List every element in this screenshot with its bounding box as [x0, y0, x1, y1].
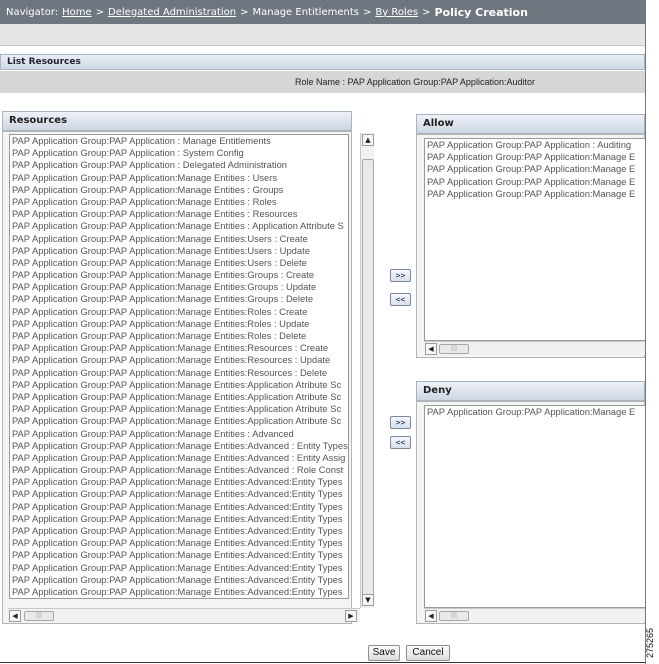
resources-list-item[interactable]: PAP Application Group:PAP Application:Ma…	[10, 306, 348, 318]
resources-listbox[interactable]: PAP Application Group:PAP Application : …	[9, 134, 349, 599]
scroll-left-icon[interactable]: ◀	[425, 343, 437, 355]
resources-list-item[interactable]: PAP Application Group:PAP Application:Ma…	[10, 245, 348, 257]
resources-list-item[interactable]: PAP Application Group:PAP Application : …	[10, 135, 348, 147]
allow-list-item[interactable]: PAP Application Group:PAP Application:Ma…	[425, 151, 645, 163]
scroll-thumb[interactable]: |||	[439, 611, 469, 621]
deny-list: PAP Application Group:PAP Application:Ma…	[425, 406, 645, 418]
scroll-down-icon[interactable]: ▼	[362, 594, 374, 606]
breadcrumb-current-page: Policy Creation	[434, 5, 528, 19]
add-to-deny-button[interactable]: >>	[390, 416, 411, 429]
navigator-bar: Navigator: Home > Delegated Administrati…	[0, 0, 645, 24]
resources-list-item[interactable]: PAP Application Group:PAP Application:Ma…	[10, 354, 348, 366]
resources-list-item[interactable]: PAP Application Group:PAP Application:Ma…	[10, 196, 348, 208]
resources-list-item[interactable]: PAP Application Group:PAP Application:Ma…	[10, 257, 348, 269]
scroll-thumb[interactable]: |||	[439, 344, 469, 354]
page-edge	[645, 0, 646, 664]
resources-panel-header: Resources	[2, 111, 352, 131]
resources-list-item[interactable]: PAP Application Group:PAP Application:Ma…	[10, 391, 348, 403]
resources-list-item[interactable]: PAP Application Group:PAP Application:Ma…	[10, 281, 348, 293]
breadcrumb-home-link[interactable]: Home	[62, 7, 92, 18]
list-resources-header: List Resources	[0, 54, 645, 70]
scroll-left-icon[interactable]: ◀	[425, 610, 437, 622]
resources-list-item[interactable]: PAP Application Group:PAP Application:Ma…	[10, 452, 348, 464]
allow-panel-header: Allow	[416, 114, 645, 134]
save-button[interactable]: Save	[368, 645, 400, 661]
resources-list-item[interactable]: PAP Application Group:PAP Application:Ma…	[10, 342, 348, 354]
resources-list-item[interactable]: PAP Application Group:PAP Application:Ma…	[10, 476, 348, 488]
resources-list-item[interactable]: PAP Application Group:PAP Application:Ma…	[10, 549, 348, 561]
resources-list-item[interactable]: PAP Application Group:PAP Application:Ma…	[10, 488, 348, 500]
resources-panel: PAP Application Group:PAP Application : …	[2, 131, 352, 624]
scroll-left-icon[interactable]: ◀	[9, 610, 21, 622]
allow-panel: PAP Application Group:PAP Application : …	[416, 134, 646, 358]
remove-from-deny-button[interactable]: <<	[390, 436, 411, 449]
allow-list-item[interactable]: PAP Application Group:PAP Application:Ma…	[425, 176, 645, 188]
resources-list-item[interactable]: PAP Application Group:PAP Application:Ma…	[10, 293, 348, 305]
resources-list-item[interactable]: PAP Application Group:PAP Application:Ma…	[10, 208, 348, 220]
resources-list-item[interactable]: PAP Application Group:PAP Application:Ma…	[10, 233, 348, 245]
resources-list-item[interactable]: PAP Application Group:PAP Application:Ma…	[10, 440, 348, 452]
resources-list-item[interactable]: PAP Application Group:PAP Application:Ma…	[10, 513, 348, 525]
cancel-button[interactable]: Cancel	[406, 645, 450, 661]
deny-panel-header: Deny	[416, 381, 645, 401]
resources-list-item[interactable]: PAP Application Group:PAP Application:Ma…	[10, 415, 348, 427]
resources-list-item[interactable]: PAP Application Group:PAP Application:Ma…	[10, 537, 348, 549]
breadcrumb-manage-entitlements: Manage Entitlements	[252, 6, 359, 18]
resources-list-item[interactable]: PAP Application Group:PAP Application:Ma…	[10, 172, 348, 184]
allow-list: PAP Application Group:PAP Application : …	[425, 139, 645, 200]
breadcrumb-separator: >	[362, 6, 372, 18]
allow-list-item[interactable]: PAP Application Group:PAP Application:Ma…	[425, 188, 645, 200]
allow-list-item[interactable]: PAP Application Group:PAP Application:Ma…	[425, 163, 645, 175]
resources-list-item[interactable]: PAP Application Group:PAP Application:Ma…	[10, 525, 348, 537]
breadcrumb-delegated-administration-link[interactable]: Delegated Administration	[108, 7, 236, 18]
allow-list-item[interactable]: PAP Application Group:PAP Application : …	[425, 139, 645, 151]
navigator-label: Navigator:	[6, 6, 59, 18]
deny-list-item[interactable]: PAP Application Group:PAP Application:Ma…	[425, 406, 645, 418]
scroll-thumb[interactable]: |||	[24, 611, 54, 621]
resources-list-item[interactable]: PAP Application Group:PAP Application:Ma…	[10, 403, 348, 415]
remove-from-allow-button[interactable]: <<	[390, 293, 411, 306]
breadcrumb-by-roles-link[interactable]: By Roles	[375, 7, 418, 18]
resources-list-item[interactable]: PAP Application Group:PAP Application:Ma…	[10, 318, 348, 330]
figure-number: 275265	[645, 627, 655, 659]
resources-list-item[interactable]: PAP Application Group:PAP Application:Ma…	[10, 464, 348, 476]
deny-horizontal-scrollbar[interactable]: ◀ |||	[424, 608, 646, 622]
breadcrumb-separator: >	[422, 6, 431, 18]
resources-list-item[interactable]: PAP Application Group:PAP Application:Ma…	[10, 184, 348, 196]
resources-list-item[interactable]: PAP Application Group:PAP Application:Ma…	[10, 574, 348, 586]
scroll-thumb[interactable]	[362, 159, 374, 599]
allow-listbox[interactable]: PAP Application Group:PAP Application : …	[424, 138, 646, 341]
resources-vertical-scrollbar[interactable]: ▲ ▼	[360, 133, 374, 608]
resources-list-item[interactable]: PAP Application Group:PAP Application : …	[10, 159, 348, 171]
add-to-allow-button[interactable]: >>	[390, 269, 411, 282]
resources-list-item[interactable]: PAP Application Group:PAP Application:Ma…	[10, 330, 348, 342]
resources-list: PAP Application Group:PAP Application : …	[10, 135, 348, 598]
scroll-right-icon[interactable]: ▶	[345, 610, 357, 622]
resources-list-item[interactable]: PAP Application Group:PAP Application:Ma…	[10, 220, 348, 232]
resources-list-item[interactable]: PAP Application Group:PAP Application:Ma…	[10, 562, 348, 574]
scroll-up-icon[interactable]: ▲	[362, 134, 374, 146]
resources-list-item[interactable]: PAP Application Group:PAP Application:Ma…	[10, 379, 348, 391]
resources-list-item[interactable]: PAP Application Group:PAP Application:Ma…	[10, 269, 348, 281]
toolbar-strip	[0, 24, 645, 46]
resources-list-item[interactable]: PAP Application Group:PAP Application:Ma…	[10, 367, 348, 379]
resources-horizontal-scrollbar[interactable]: ◀ ||| ▶	[8, 608, 360, 622]
page-divider	[0, 662, 645, 663]
deny-panel: PAP Application Group:PAP Application:Ma…	[416, 401, 646, 624]
role-name-label: Role Name : PAP Application Group:PAP Ap…	[0, 71, 645, 93]
deny-listbox[interactable]: PAP Application Group:PAP Application:Ma…	[424, 405, 646, 608]
allow-horizontal-scrollbar[interactable]: ◀ |||	[424, 341, 646, 355]
resources-list-item[interactable]: PAP Application Group:PAP Application:Ma…	[10, 428, 348, 440]
breadcrumb-separator: >	[240, 6, 249, 18]
resources-list-item[interactable]: PAP Application Group:PAP Application:Ma…	[10, 586, 348, 598]
breadcrumb-separator: >	[95, 6, 105, 18]
resources-list-item[interactable]: PAP Application Group:PAP Application : …	[10, 147, 348, 159]
resources-list-item[interactable]: PAP Application Group:PAP Application:Ma…	[10, 501, 348, 513]
